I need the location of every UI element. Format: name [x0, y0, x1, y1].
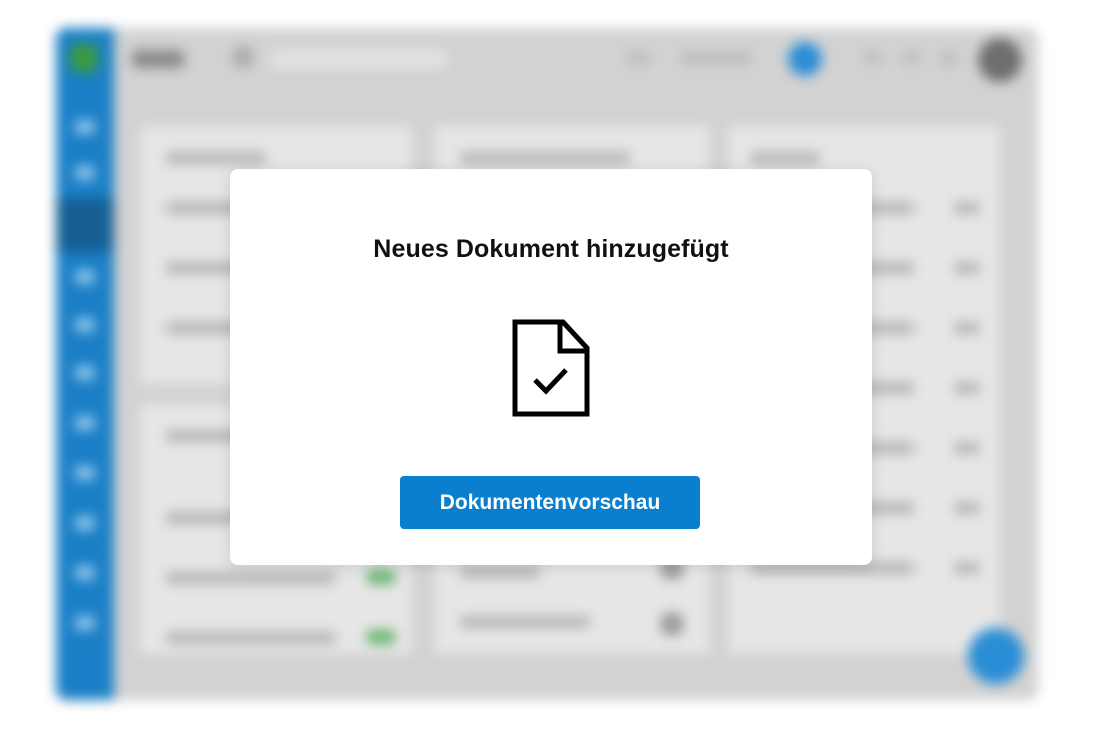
toolbar-icon: [940, 52, 958, 64]
card-line: [954, 262, 980, 274]
row-icon: [660, 612, 684, 636]
toolbar-icon: [864, 52, 882, 64]
nav-item-icon: [75, 318, 95, 332]
card-heading: [750, 152, 820, 164]
toolbar-chip: [626, 52, 650, 64]
nav-item-icon: [75, 416, 95, 430]
nav-item-icon: [75, 366, 95, 380]
nav-item-active: [56, 198, 114, 252]
card-line: [954, 382, 980, 394]
document-preview-button[interactable]: Dokumentenvorschau: [400, 476, 700, 529]
card-line: [460, 566, 540, 578]
nav-item-icon: [75, 270, 95, 284]
card-line: [460, 616, 590, 628]
app-logo: [70, 44, 98, 72]
card-line: [954, 322, 980, 334]
app-title: [132, 50, 184, 68]
search-icon: [234, 48, 252, 66]
nav-item-icon: [75, 166, 95, 180]
card-line: [954, 442, 980, 454]
card-line: [954, 562, 980, 574]
card-line: [166, 572, 336, 584]
dialog-title: Neues Dokument hinzugefügt: [373, 235, 729, 263]
notification-badge: [788, 42, 822, 76]
search-input: [271, 50, 446, 68]
nav-rail: [56, 28, 114, 700]
toolbar-icon: [902, 52, 920, 64]
card-line: [954, 502, 980, 514]
floating-action-button: [968, 628, 1024, 684]
status-badge: [366, 630, 396, 644]
status-badge: [366, 570, 396, 584]
card-line: [166, 632, 336, 644]
toolbar-chip: [681, 52, 751, 64]
nav-item-icon: [75, 120, 95, 134]
card-heading: [460, 152, 630, 164]
avatar: [978, 38, 1022, 82]
card-line: [954, 202, 980, 214]
nav-item-icon: [75, 516, 95, 530]
document-added-dialog: Neues Dokument hinzugefügt Dokumentenvor…: [230, 169, 872, 565]
card-heading: [166, 152, 266, 164]
nav-item-icon: [75, 566, 95, 580]
nav-item-icon: [75, 616, 95, 630]
nav-item-icon: [75, 466, 95, 480]
document-check-icon: [512, 319, 590, 417]
